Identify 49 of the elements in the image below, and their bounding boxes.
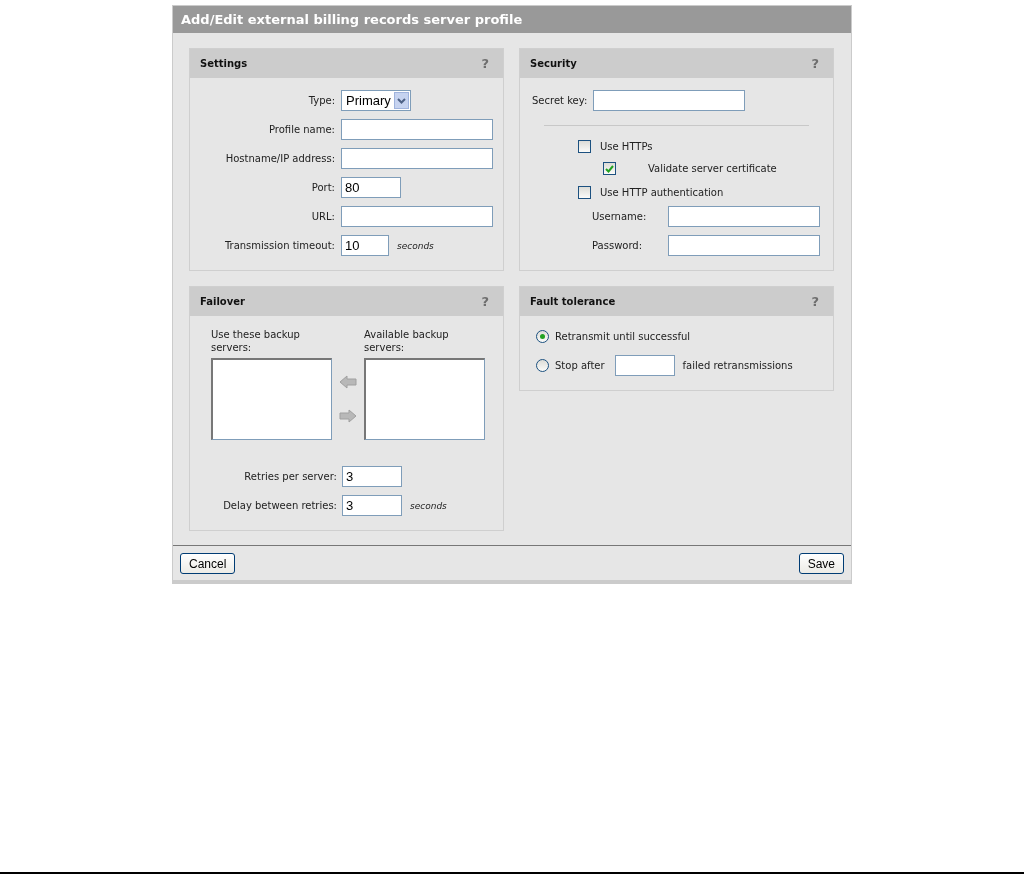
- panel-title: Fault tolerance: [530, 296, 616, 307]
- input-field[interactable]: [668, 206, 820, 227]
- input-field[interactable]: 80: [341, 177, 401, 198]
- panel-title: Security: [530, 58, 577, 69]
- checkbox[interactable]: [603, 162, 616, 175]
- server-list[interactable]: [364, 358, 485, 440]
- checkbox-label: Validate server certificate: [648, 163, 777, 174]
- field-label: Username:: [592, 211, 648, 222]
- input-field[interactable]: [341, 148, 493, 169]
- field-label: Secret key:: [532, 95, 588, 106]
- field-label: Hostname/IP address:: [224, 153, 335, 164]
- field-label: Retries per server:: [243, 471, 337, 482]
- unit-label: seconds: [410, 500, 447, 511]
- checkbox-label: Use HTTPs: [600, 141, 653, 152]
- input-field[interactable]: [614, 355, 675, 376]
- type-select[interactable]: Primary: [341, 90, 411, 111]
- right-arrow-icon[interactable]: [339, 409, 357, 423]
- list-label: Available backup servers:: [364, 328, 450, 354]
- input-field[interactable]: [593, 90, 746, 111]
- input-field[interactable]: 10: [341, 235, 389, 256]
- field-label: Transmission timeout:: [223, 240, 335, 251]
- input-field[interactable]: [668, 235, 820, 256]
- input-field[interactable]: [341, 119, 493, 140]
- radio-label: failed retransmissions: [682, 360, 793, 371]
- field-label: URL:: [310, 211, 335, 222]
- input-field[interactable]: 3: [342, 495, 402, 516]
- field-label: Password:: [592, 240, 644, 251]
- radio-button[interactable]: [536, 330, 549, 343]
- panel-title: Settings: [200, 58, 248, 69]
- input-field[interactable]: [341, 206, 493, 227]
- server-list[interactable]: [211, 358, 332, 440]
- field-label: Delay between retries:: [222, 500, 337, 511]
- left-arrow-icon[interactable]: [339, 375, 357, 389]
- checkbox[interactable]: [578, 140, 591, 153]
- cancel-button[interactable]: Cancel: [180, 553, 236, 574]
- dialog-title: Add/Edit external billing records server profile: [173, 6, 851, 33]
- radio-button[interactable]: [536, 359, 549, 372]
- save-button[interactable]: Save: [798, 553, 844, 574]
- panel-title: Failover: [200, 296, 245, 307]
- checkbox[interactable]: [578, 186, 591, 199]
- unit-label: seconds: [397, 240, 434, 251]
- radio-label: Retransmit until successful: [555, 331, 691, 342]
- checkbox-label: Use HTTP authentication: [600, 187, 724, 198]
- field-label: Type:: [307, 95, 335, 106]
- field-label: Profile name:: [268, 124, 335, 135]
- radio-label: Stop after: [555, 360, 605, 371]
- input-field[interactable]: 3: [342, 466, 402, 487]
- list-label: Use these backup servers:: [211, 328, 301, 354]
- field-label: Port:: [310, 182, 335, 193]
